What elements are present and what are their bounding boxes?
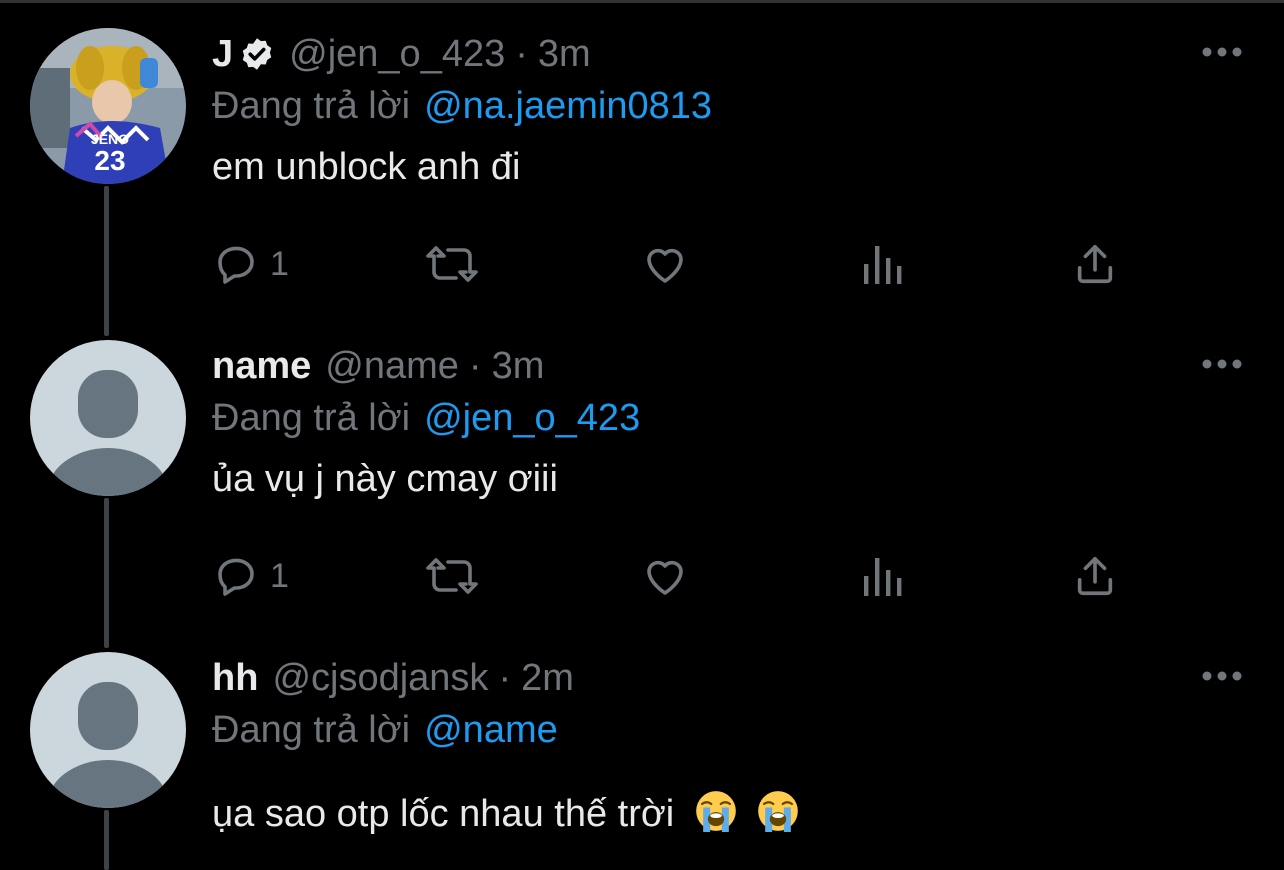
tweet-text-row: ụa sao otp lốc nhau thế trời	[212, 790, 1244, 836]
reply-prefix: Đang trả lời	[212, 396, 411, 439]
tweet-text: ụa sao otp lốc nhau thế trời	[212, 793, 675, 835]
separator: ·	[468, 344, 482, 387]
reply-button[interactable]: 1	[212, 234, 289, 294]
retweet-icon	[426, 558, 478, 594]
analytics-icon	[864, 558, 902, 596]
share-icon	[1077, 244, 1113, 284]
default-avatar-icon	[30, 652, 186, 808]
share-icon	[1077, 556, 1113, 596]
reply-button[interactable]: 1	[212, 546, 289, 606]
display-name[interactable]: J	[212, 33, 233, 76]
mention-link[interactable]: @jen_o_423	[424, 397, 640, 440]
retweet-button[interactable]	[424, 546, 480, 606]
reply-prefix: Đang trả lời	[212, 708, 411, 751]
replying-to: Đang trả lời @na.jaemin0813	[212, 80, 1244, 132]
photo-avatar-icon: 23 JENO	[30, 28, 186, 184]
separator: ·	[515, 32, 528, 75]
tweet-header: J @jen_o_423 · 3m	[212, 28, 1244, 80]
share-button[interactable]	[1072, 234, 1118, 294]
mention-link[interactable]: @name	[424, 709, 558, 752]
like-button[interactable]	[640, 234, 690, 294]
user-handle[interactable]: @name	[325, 345, 459, 388]
thread-connector	[104, 498, 109, 648]
analytics-button[interactable]	[860, 234, 904, 294]
user-avatar[interactable]	[30, 652, 186, 808]
tweet-actions: 1	[212, 234, 1132, 294]
loudly-crying-face-icon	[758, 791, 799, 832]
like-button[interactable]	[640, 546, 690, 606]
svg-text:23: 23	[94, 145, 125, 176]
top-divider	[0, 0, 1284, 3]
verified-badge-icon	[242, 38, 272, 70]
retweet-icon	[426, 246, 478, 282]
tweet-header: hh @cjsodjansk · 2m	[212, 652, 1244, 704]
thread-connector	[104, 186, 109, 336]
timestamp[interactable]: 3m	[538, 33, 591, 76]
more-options-icon[interactable]	[1200, 42, 1244, 62]
loudly-crying-face-icon	[695, 791, 736, 832]
user-handle[interactable]: @jen_o_423	[289, 33, 505, 76]
thread-connector	[104, 810, 109, 870]
tweet-actions: 1	[212, 546, 1132, 606]
replying-to: Đang trả lời @name	[212, 704, 1244, 756]
mention-link[interactable]: @na.jaemin0813	[424, 85, 712, 128]
default-avatar-icon	[30, 340, 186, 496]
reply-count: 1	[270, 244, 289, 283]
tweet-text: em unblock anh đi	[212, 146, 521, 188]
heart-icon	[647, 560, 683, 595]
tweet-text: ủa vụ j này cmay ơiii	[212, 458, 558, 500]
user-handle[interactable]: @cjsodjansk	[272, 657, 488, 700]
more-options-icon[interactable]	[1200, 666, 1244, 686]
separator: ·	[498, 656, 512, 699]
heart-icon	[647, 248, 683, 283]
timestamp[interactable]: 3m	[492, 345, 545, 388]
share-button[interactable]	[1072, 546, 1118, 606]
reply-count: 1	[270, 556, 289, 595]
replying-to: Đang trả lời @jen_o_423	[212, 392, 1244, 444]
analytics-icon	[864, 246, 902, 284]
retweet-button[interactable]	[424, 234, 480, 294]
analytics-button[interactable]	[860, 546, 904, 606]
svg-text:JENO: JENO	[91, 131, 129, 147]
reply-icon	[218, 246, 254, 284]
display-name[interactable]: name	[212, 345, 311, 388]
timestamp[interactable]: 2m	[521, 657, 574, 700]
reply-icon	[218, 558, 254, 596]
more-options-icon[interactable]	[1200, 354, 1244, 374]
reply-prefix: Đang trả lời	[212, 84, 411, 127]
tweet-header: name @name · 3m	[212, 340, 1244, 392]
user-avatar[interactable]: 23 JENO	[30, 28, 186, 184]
user-avatar[interactable]	[30, 340, 186, 496]
display-name[interactable]: hh	[212, 657, 258, 700]
